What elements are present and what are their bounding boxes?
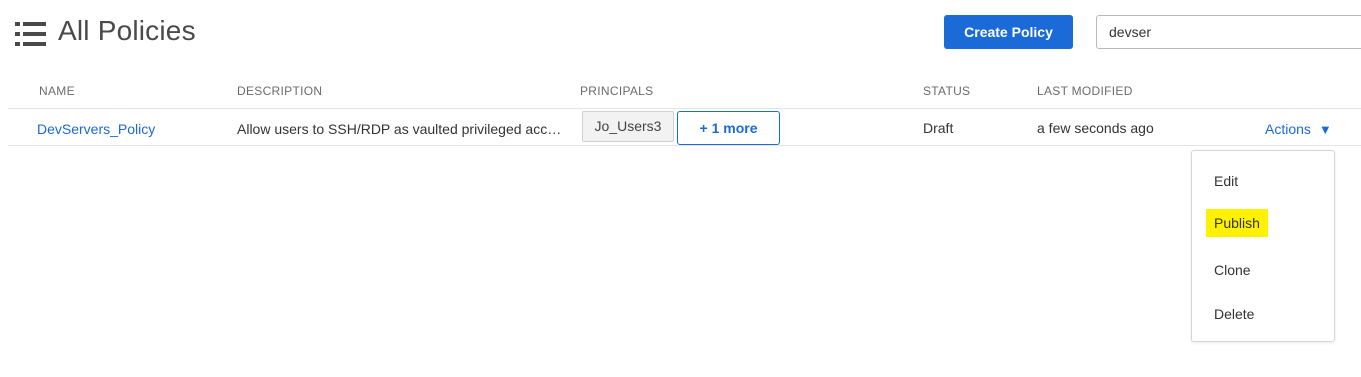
table-row: DevServers_Policy Allow users to SSH/RDP…: [8, 109, 1361, 146]
menu-item-edit[interactable]: Edit: [1214, 173, 1238, 189]
policy-name-link[interactable]: DevServers_Policy: [37, 121, 155, 137]
page-title: All Policies: [58, 15, 196, 46]
principal-chip: Jo_Users3: [582, 111, 674, 142]
table-header: NAME DESCRIPTION PRINCIPALS STATUS LAST …: [8, 75, 1361, 109]
status-text: Draft: [923, 120, 954, 136]
column-header-status: STATUS: [923, 84, 971, 98]
actions-menu: Edit Publish Clone Delete: [1191, 150, 1335, 342]
policy-description: Allow users to SSH/RDP as vaulted privil…: [237, 121, 567, 137]
menu-item-publish[interactable]: Publish: [1206, 209, 1268, 237]
search-input[interactable]: [1096, 15, 1361, 49]
column-header-principals: PRINCIPALS: [580, 84, 654, 98]
actions-dropdown[interactable]: Actions ▼: [1265, 121, 1332, 137]
caret-down-icon: ▼: [1318, 122, 1332, 137]
actions-label: Actions: [1265, 121, 1311, 137]
menu-item-clone[interactable]: Clone: [1214, 262, 1251, 278]
menu-item-delete[interactable]: Delete: [1214, 306, 1254, 322]
column-header-description: DESCRIPTION: [237, 84, 323, 98]
list-icon: [15, 22, 46, 46]
last-modified-text: a few seconds ago: [1037, 120, 1154, 136]
policies-page: All Policies Create Policy NAME DESCRIPT…: [0, 0, 1361, 377]
more-principals-button[interactable]: + 1 more: [677, 111, 780, 145]
create-policy-button[interactable]: Create Policy: [944, 15, 1073, 49]
column-header-last-modified: LAST MODIFIED: [1037, 84, 1133, 98]
column-header-name: NAME: [39, 84, 75, 98]
